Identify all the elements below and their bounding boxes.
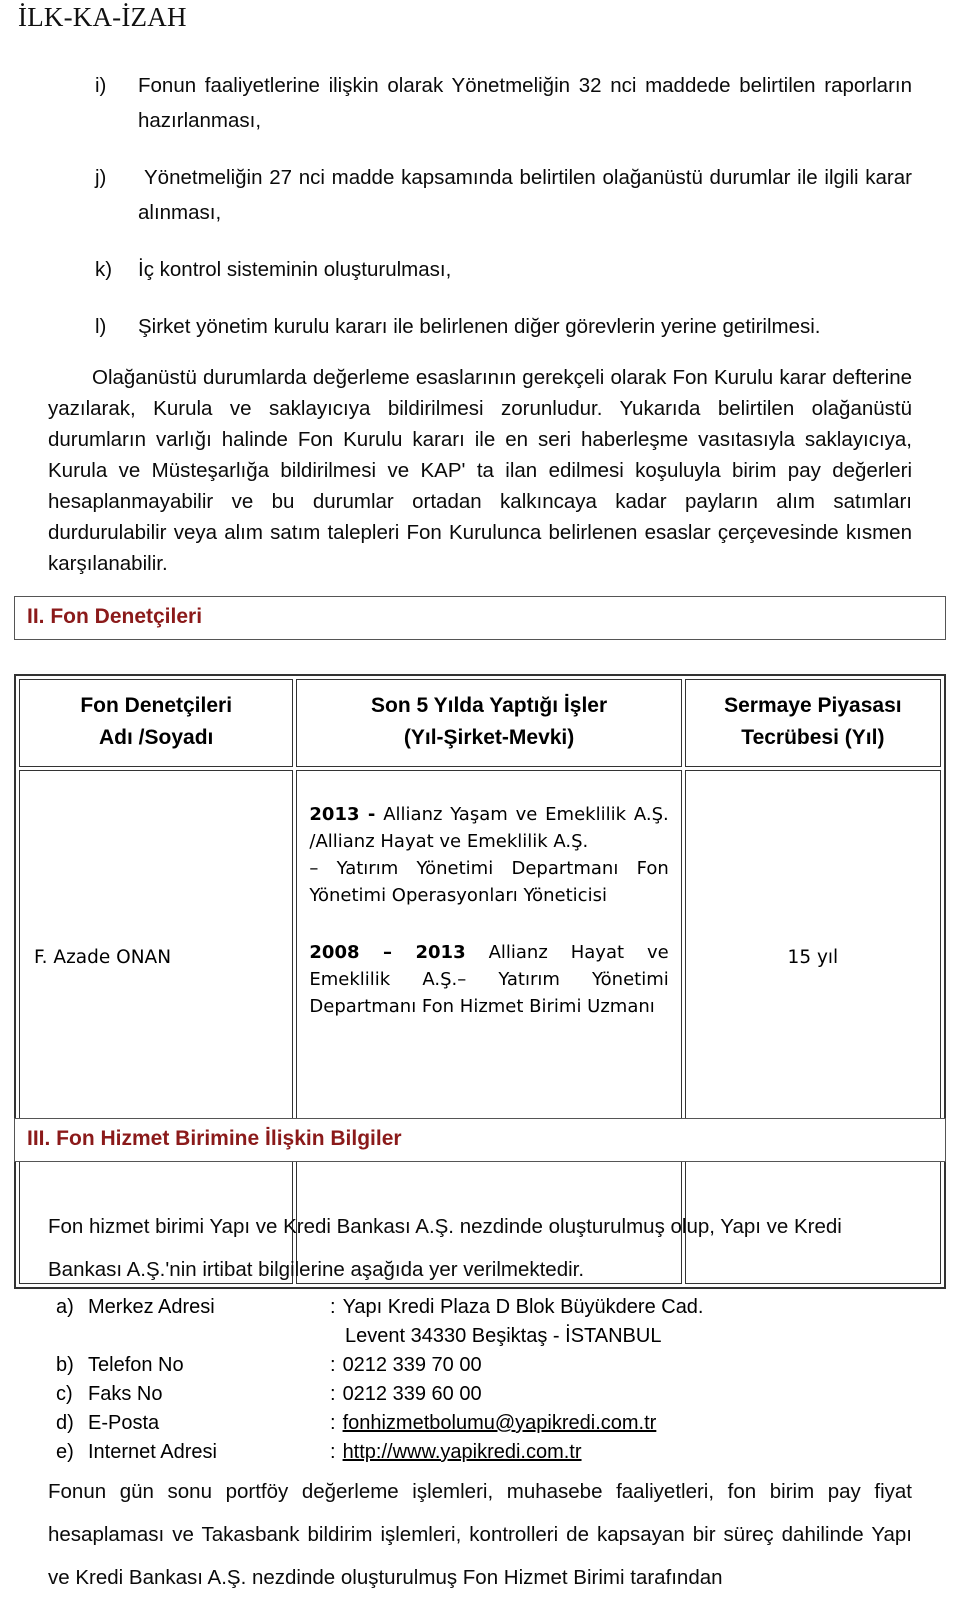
contact-value: :0212 339 70 00 bbox=[330, 1351, 482, 1380]
document-page: İLK-KA-İZAH i) Fonun faaliyetlerine iliş… bbox=[0, 0, 960, 1590]
contact-list: a) Merkez Adresi : Yapı Kredi Plaza D Blo… bbox=[0, 1293, 960, 1467]
contact-label: Faks No bbox=[88, 1383, 163, 1405]
contact-value-text: 0212 339 60 00 bbox=[342, 1383, 482, 1405]
paragraph-gun-sonu-portfoy: Fonun gün sonu portföy değerleme işlemle… bbox=[48, 1480, 912, 1589]
auditors-table: Fon Denetçileri Adı /Soyadı Son 5 Yılda … bbox=[14, 674, 946, 1289]
section-heading-fon-denetcileri: II. Fon Denetçileri bbox=[14, 596, 946, 640]
contact-marker: a) bbox=[56, 1296, 74, 1318]
list-item-marker: l) bbox=[95, 315, 107, 338]
list-item-marker: j) bbox=[95, 166, 107, 189]
list-item: j) Yönetmeliğin 27 nci madde kapsamında … bbox=[0, 160, 960, 230]
table-header-name: Fon Denetçileri Adı /Soyadı bbox=[19, 679, 294, 767]
contact-item-e-posta: d) E-Posta : fonhizmetbolumu@yapikredi.co… bbox=[0, 1409, 960, 1438]
list-item-text: Şirket yönetim kurulu kararı ile belirle… bbox=[138, 315, 821, 338]
contact-label: Internet Adresi bbox=[88, 1441, 217, 1463]
website-link[interactable]: http://www.yapikredi.com.tr bbox=[343, 1441, 582, 1463]
list-item-text: Fonun faaliyetlerine ilişkin olarak Yöne… bbox=[138, 74, 912, 132]
job-entry: 2008 – 2013 Allianz Hayat ve Emeklilik A… bbox=[309, 939, 668, 1020]
job-years: 2008 – 2013 bbox=[309, 942, 466, 963]
job-tail: – Yatırım Yönetimi Departmanı Fon Yöneti… bbox=[309, 858, 669, 906]
table-header-works: Son 5 Yılda Yaptığı İşler (Yıl-Şirket-Me… bbox=[296, 679, 682, 767]
contact-label: Merkez Adresi bbox=[88, 1296, 215, 1318]
list-item-marker: k) bbox=[95, 258, 113, 281]
table-header-row: Fon Denetçileri Adı /Soyadı Son 5 Yılda … bbox=[19, 679, 941, 767]
list-item-text: Yönetmeliğin 27 nci madde kapsamında bel… bbox=[138, 166, 912, 224]
contact-value: : http://www.yapikredi.com.tr bbox=[330, 1438, 582, 1467]
contact-marker: b) bbox=[56, 1354, 74, 1376]
contact-value: : fonhizmetbolumu@yapikredi.com.tr bbox=[330, 1409, 656, 1438]
contact-value-text-line2: Levent 34330 Beşiktaş - İSTANBUL bbox=[345, 1325, 662, 1347]
contact-value: :0212 339 60 00 bbox=[330, 1380, 482, 1409]
list-item: l) Şirket yönetim kurulu kararı ile beli… bbox=[0, 309, 960, 344]
section-heading-fon-hizmet-birimi: III. Fon Hizmet Birimine İlişkin Bilgile… bbox=[14, 1118, 946, 1162]
colon-separator: : bbox=[330, 1296, 336, 1318]
contact-label: E-Posta bbox=[88, 1412, 160, 1434]
contact-label: Telefon No bbox=[88, 1354, 184, 1376]
paragraph-olaganustu-durumlar: Olağanüstü durumlarda değerleme esasları… bbox=[48, 366, 912, 575]
list-item-text: İç kontrol sisteminin oluşturulması, bbox=[138, 258, 452, 281]
contact-item-internet-adresi: e) Internet Adresi : http://www.yapikredi… bbox=[0, 1438, 960, 1467]
contact-marker: e) bbox=[56, 1441, 74, 1463]
contact-item-telefon-no: b) Telefon No :0212 339 70 00 bbox=[0, 1351, 960, 1380]
contact-marker: c) bbox=[56, 1383, 73, 1405]
contact-value: : Yapı Kredi Plaza D Blok Büyükdere Cad. bbox=[330, 1293, 704, 1322]
colon-separator: : bbox=[330, 1383, 336, 1405]
list-item-marker: i) bbox=[95, 74, 107, 97]
job-entry: 2013 - Allianz Yaşam ve Emeklilik A.Ş. /… bbox=[309, 801, 668, 909]
contact-marker: d) bbox=[56, 1412, 74, 1434]
contact-value-text: 0212 339 70 00 bbox=[342, 1354, 482, 1376]
clause-list: i) Fonun faaliyetlerine ilişkin olarak Y… bbox=[0, 68, 960, 366]
table-header-experience: Sermaye Piyasası Tecrübesi (Yıl) bbox=[684, 679, 941, 767]
paragraph-fon-hizmet-intro: Fon hizmet birimi Yapı ve Kredi Bankası … bbox=[48, 1215, 842, 1281]
list-item: k) İç kontrol sisteminin oluşturulması, bbox=[0, 252, 960, 287]
contact-item-merkez-adresi: a) Merkez Adresi : Yapı Kredi Plaza D Blo… bbox=[0, 1293, 960, 1322]
job-years: 2013 - bbox=[309, 804, 376, 825]
contact-item-faks-no: c) Faks No :0212 339 60 00 bbox=[0, 1380, 960, 1409]
colon-separator: : bbox=[330, 1354, 336, 1376]
list-item: i) Fonun faaliyetlerine ilişkin olarak Y… bbox=[0, 68, 960, 138]
document-title: İLK-KA-İZAH bbox=[18, 2, 187, 32]
colon-separator: : bbox=[330, 1441, 336, 1463]
email-link[interactable]: fonhizmetbolumu@yapikredi.com.tr bbox=[343, 1412, 657, 1434]
contact-item-merkez-adresi-line2: Levent 34330 Beşiktaş - İSTANBUL bbox=[0, 1322, 960, 1351]
colon-separator: : bbox=[330, 1412, 336, 1434]
contact-value-text: Yapı Kredi Plaza D Blok Büyükdere Cad. bbox=[342, 1296, 704, 1318]
